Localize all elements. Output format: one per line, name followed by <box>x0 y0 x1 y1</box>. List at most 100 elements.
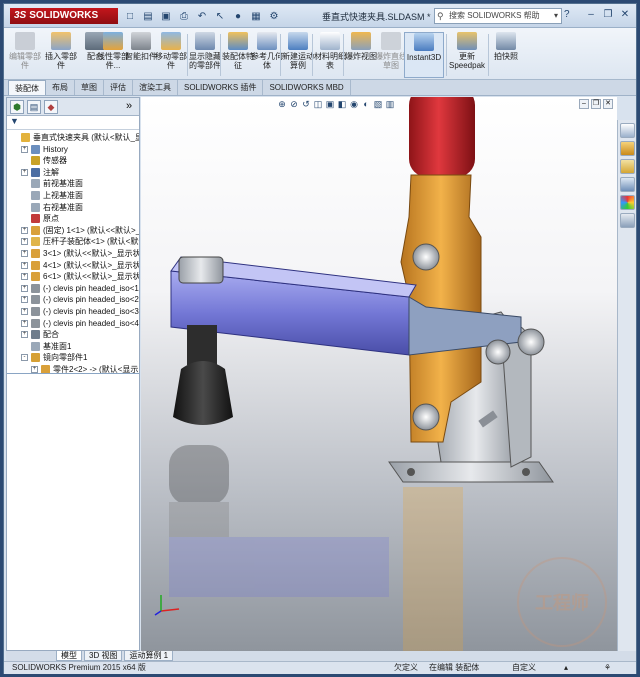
search-dropdown-icon[interactable]: ▾ <box>554 9 558 23</box>
file-properties-icon[interactable]: ▦ <box>248 8 264 24</box>
solidworks-logo[interactable]: 3S SOLIDWORKS <box>10 8 118 24</box>
tree-node[interactable]: 上视基准面 <box>7 190 139 202</box>
help-search-input[interactable]: ⚲ 搜索 SOLIDWORKS 帮助 ▾ <box>434 8 562 24</box>
tree-node[interactable]: 右视基准面 <box>7 202 139 214</box>
undo-icon[interactable]: ↶ <box>194 8 210 24</box>
edit-component-icon <box>15 32 35 50</box>
configuration-manager-tab-icon[interactable]: ◆ <box>44 99 58 114</box>
exploded-view-button[interactable]: 爆炸视图 <box>344 32 378 78</box>
tree-node[interactable]: + 压杆子装配体<1> (默认<默认... <box>7 236 139 248</box>
expand-icon[interactable]: + <box>21 307 28 315</box>
tree-node[interactable]: +3<1> (默认<<默认>_显示状... <box>7 248 139 260</box>
logo-text: SOLIDWORKS <box>29 10 99 21</box>
appearances-icon[interactable] <box>620 195 635 210</box>
update-speedpak-button[interactable]: 更新Speedpak <box>447 32 487 78</box>
tab-layout[interactable]: 布局 <box>46 80 75 95</box>
tab-sketch[interactable]: 草图 <box>75 80 104 95</box>
solidworks-resources-icon[interactable] <box>620 123 635 138</box>
help-question-icon[interactable]: ? <box>564 9 570 20</box>
status-definition: 欠定义 <box>394 663 418 672</box>
options-gear-icon[interactable]: ⚙ <box>266 8 282 24</box>
tree-node[interactable]: + (固定) 1<1> (默认<<默认>_... <box>7 225 139 237</box>
design-library-icon[interactable] <box>620 141 635 156</box>
pin-icon <box>31 306 40 316</box>
mounting-hole <box>522 468 530 476</box>
print-icon[interactable]: ⎙ <box>176 8 192 24</box>
mounting-hole <box>407 468 415 476</box>
expand-panel-icon[interactable]: » <box>122 100 136 114</box>
smart-fasteners-button[interactable]: 智能扣件 <box>124 32 158 78</box>
tree-node[interactable]: + 注解 <box>7 167 139 179</box>
insert-component-button[interactable]: 插入零部件 <box>44 32 78 78</box>
show-hidden-components-button[interactable]: 显示隐藏的零部件 <box>188 32 222 78</box>
tree-node[interactable]: +6<1> (默认<<默认>_显示状... <box>7 271 139 283</box>
minimize-icon[interactable]: – <box>584 8 598 22</box>
expand-icon[interactable]: + <box>21 331 28 339</box>
graphics-area[interactable]: ⊕ ⊘ ↺ ◫ ▣ ◧ ◉ ◐ ▧ ▥ – ❐ ✕ 工程师 <box>141 97 617 651</box>
edit-component-button[interactable]: 编辑零部件 <box>8 32 42 78</box>
camera-icon <box>496 32 516 50</box>
property-manager-tab-icon[interactable]: ▤ <box>27 99 41 114</box>
tree-node[interactable]: 垂直式快速夹具 (默认<默认_显示... <box>7 132 139 144</box>
explode-line-sketch-button[interactable]: 爆炸直线草图 <box>374 32 408 78</box>
panel-splitter[interactable] <box>7 373 139 374</box>
assembly-features-icon <box>228 32 248 50</box>
tab-render-tools[interactable]: 渲染工具 <box>133 80 178 95</box>
expand-icon[interactable]: + <box>21 145 28 153</box>
help-icon[interactable]: ⚘ <box>604 662 611 674</box>
units-dropdown-icon[interactable]: ▴ <box>564 662 568 674</box>
expand-icon[interactable]: + <box>21 273 28 281</box>
feature-tree-tab-icon[interactable]: ⬢ <box>10 99 24 114</box>
tree-node[interactable]: + (-) clevis pin headed_iso<2... <box>7 294 139 306</box>
rebuild-icon[interactable]: ● <box>230 8 246 24</box>
new-motion-study-button[interactable]: 新建运动算例 <box>281 32 315 78</box>
tree-node[interactable]: 原点 <box>7 213 139 225</box>
tree-filter[interactable]: ▼ <box>7 116 139 130</box>
tree-node[interactable]: + (-) clevis pin headed_iso<4... <box>7 318 139 330</box>
tab-evaluate[interactable]: 评估 <box>104 80 133 95</box>
custom-properties-icon[interactable] <box>620 213 635 228</box>
tree-node[interactable]: + (-) clevis pin headed_iso<3... <box>7 306 139 318</box>
collapse-icon[interactable]: - <box>21 354 28 362</box>
model-tab-3d-views[interactable]: 3D 视图 <box>84 651 123 661</box>
tree-node[interactable]: - 镜向零部件1 <box>7 352 139 364</box>
open-folder-icon[interactable]: ▤ <box>140 8 156 24</box>
model-tab-model[interactable]: 模型 <box>56 651 82 661</box>
tree-node[interactable]: +4<1> (默认<<默认>_显示状... <box>7 260 139 272</box>
tree-node[interactable]: 传感器 <box>7 155 139 167</box>
plane-icon <box>31 179 40 189</box>
tree-node[interactable]: 基准面1 <box>7 341 139 353</box>
tab-solidworks-mbd[interactable]: SOLIDWORKS MBD <box>263 80 351 95</box>
save-icon[interactable]: ▣ <box>158 8 174 24</box>
new-document-icon[interactable]: □ <box>122 8 138 24</box>
close-icon[interactable]: ✕ <box>618 8 632 22</box>
tree-node[interactable]: + 配合 <box>7 329 139 341</box>
restore-icon[interactable]: ❐ <box>601 8 615 22</box>
expand-icon[interactable]: + <box>21 168 28 176</box>
expand-icon[interactable]: + <box>21 226 28 234</box>
tree-node[interactable]: + (-) clevis pin headed_iso<1... <box>7 283 139 295</box>
expand-icon[interactable]: + <box>31 365 38 373</box>
tree-node[interactable]: 前视基准面 <box>7 178 139 190</box>
tab-solidworks-addins[interactable]: SOLIDWORKS 插件 <box>178 80 264 95</box>
take-snapshot-button[interactable]: 拍快照 <box>489 32 523 78</box>
file-explorer-icon[interactable] <box>620 159 635 174</box>
view-palette-icon[interactable] <box>620 177 635 192</box>
instant3d-button[interactable]: Instant3D <box>404 32 444 78</box>
bill-of-materials-button[interactable]: 材料明细表 <box>313 32 347 78</box>
tree-node[interactable]: + History <box>7 144 139 156</box>
ribbon-label: 移动零部件 <box>155 52 187 70</box>
expand-icon[interactable]: + <box>21 249 28 257</box>
pin-icon <box>31 283 40 293</box>
model-tab-motion-study[interactable]: 运动算例 1 <box>124 651 174 661</box>
expand-icon[interactable]: + <box>21 319 28 327</box>
reference-geometry-button[interactable]: 参考几何体 <box>250 32 284 78</box>
expand-icon[interactable]: + <box>21 296 28 304</box>
tab-assembly[interactable]: 装配体 <box>8 80 46 95</box>
expand-icon[interactable]: + <box>21 284 28 292</box>
select-arrow-icon[interactable]: ↖ <box>212 8 228 24</box>
expand-icon[interactable]: + <box>21 261 28 269</box>
move-component-button[interactable]: 移动零部件 <box>154 32 188 78</box>
expand-icon[interactable]: + <box>21 238 28 246</box>
status-units[interactable]: 自定义 <box>512 662 536 674</box>
